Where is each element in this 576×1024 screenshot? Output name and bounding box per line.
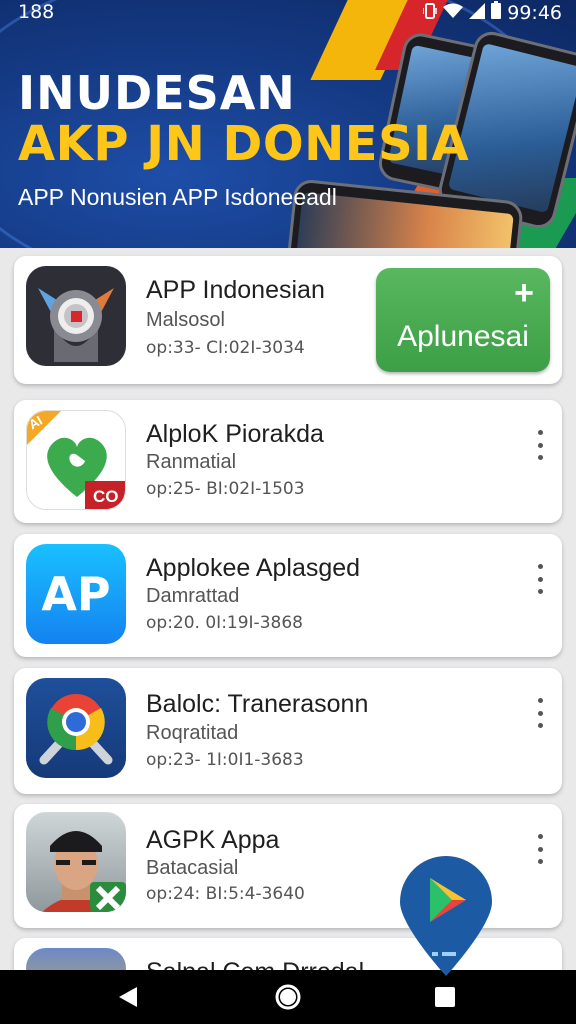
app-developer: Malsosol bbox=[146, 309, 225, 331]
battery-icon bbox=[491, 1, 502, 24]
more-options-icon[interactable] bbox=[534, 834, 546, 864]
install-button-label: Aplunesai bbox=[397, 320, 529, 353]
app-name: Applokee Aplasged bbox=[146, 554, 361, 582]
signal-icon bbox=[469, 2, 486, 24]
avatar-app-icon bbox=[26, 812, 126, 912]
status-time: 99:46 bbox=[507, 1, 562, 24]
banner-subtitle: APP Nonusien APP Isdoneeadl bbox=[18, 184, 337, 210]
more-options-icon[interactable] bbox=[534, 430, 546, 460]
home-button[interactable] bbox=[258, 970, 318, 1024]
play-store-fab[interactable] bbox=[400, 856, 492, 976]
app-developer: Damrattad bbox=[146, 585, 240, 607]
app-list-item[interactable]: AI CO AlploK Piorakda Ranmatial op:25- B… bbox=[14, 400, 562, 523]
back-button[interactable] bbox=[98, 970, 158, 1024]
featured-app-card[interactable]: APP Indonesian Malsosol op:33- CI:02I-30… bbox=[14, 256, 562, 384]
more-options-icon[interactable] bbox=[534, 564, 546, 594]
app-icon-tag: CO bbox=[93, 487, 119, 506]
status-bar: 188 99:46 bbox=[0, 0, 576, 26]
search-chrome-app-icon bbox=[26, 678, 126, 778]
banner-title-line1: INUDESAN bbox=[18, 66, 296, 120]
install-button[interactable]: + Aplunesai bbox=[376, 268, 550, 372]
app-developer: Batacasial bbox=[146, 857, 239, 879]
recents-button[interactable] bbox=[415, 970, 475, 1024]
banner-title-line2: AKP JN DONESIA bbox=[18, 116, 470, 172]
app-meta: op:33- CI:02I-3034 bbox=[146, 338, 305, 358]
promo-banner[interactable]: INUDESAN AKP JN DONESIA APP Nonusien APP… bbox=[0, 0, 576, 248]
ap-app-icon: AP bbox=[26, 544, 126, 644]
system-navigation-bar bbox=[0, 970, 576, 1024]
app-name: AlploK Piorakda bbox=[146, 420, 324, 448]
vibrate-icon bbox=[422, 2, 437, 23]
camera-robot-app-icon bbox=[26, 266, 126, 366]
status-right-group: 99:46 bbox=[422, 1, 562, 24]
app-developer: Ranmatial bbox=[146, 451, 237, 473]
plus-icon: + bbox=[514, 274, 534, 312]
app-developer: Roqratitad bbox=[146, 722, 239, 744]
app-list-item[interactable]: Balolc: Tranerasonn Roqratitad op:23- 1I… bbox=[14, 668, 562, 794]
wifi-icon bbox=[443, 2, 464, 24]
app-icon-text: AP bbox=[41, 567, 111, 621]
app-meta: op:24: BI:5:4-3640 bbox=[146, 884, 305, 904]
app-meta: op:23- 1I:0I1-3683 bbox=[146, 750, 304, 770]
heart-app-icon: AI CO bbox=[26, 410, 126, 510]
app-name: APP Indonesian bbox=[146, 276, 325, 304]
status-left-indicator: 188 bbox=[18, 1, 55, 23]
app-meta: op:20. 0I:19I-3868 bbox=[146, 613, 303, 633]
more-options-icon[interactable] bbox=[534, 698, 546, 728]
app-list-item[interactable]: AP Applokee Aplasged Damrattad op:20. 0I… bbox=[14, 534, 562, 657]
app-meta: op:25- BI:02I-1503 bbox=[146, 479, 305, 499]
app-name: Balolc: Tranerasonn bbox=[146, 690, 369, 718]
app-name: AGPK Appa bbox=[146, 826, 280, 854]
